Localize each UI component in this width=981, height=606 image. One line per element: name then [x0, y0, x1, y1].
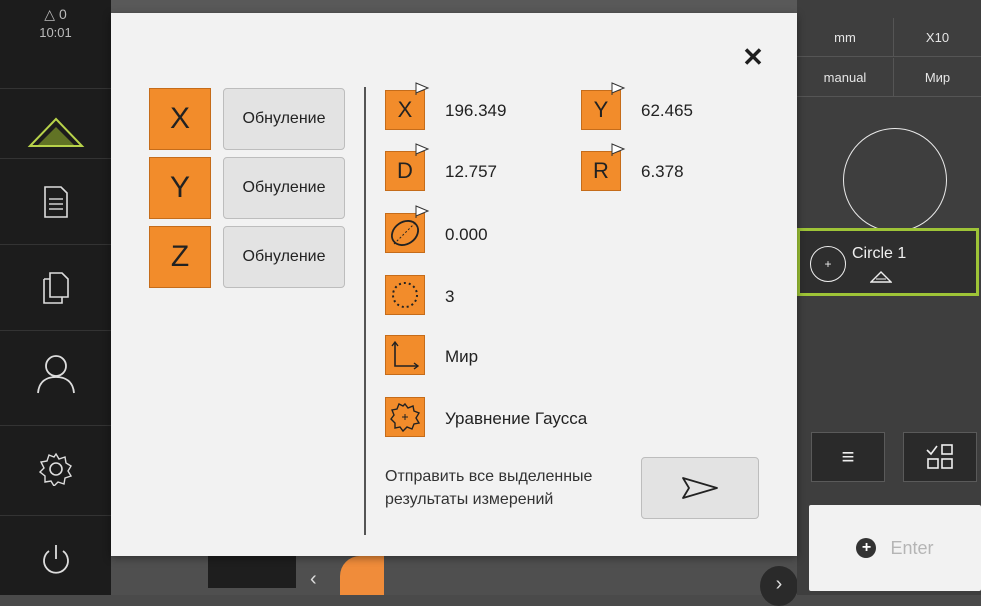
coord-system-result-icon: [385, 335, 425, 375]
send-icon: [682, 477, 718, 499]
results-dialog: ✕ X Обнуление Y Обнуление Z Обнуление X …: [111, 13, 797, 556]
flag-icon: [415, 143, 430, 156]
main-sidebar: △ 0 10:01: [0, 0, 111, 595]
roundness-result-icon[interactable]: [385, 205, 430, 253]
enter-button[interactable]: + Enter: [809, 505, 981, 591]
radius-result-icon[interactable]: R: [581, 143, 626, 191]
sidebar-item-protocol[interactable]: [0, 158, 111, 245]
inspector-panel: mm X10 manual Мир + Circle 1 ≡ + Enter: [789, 0, 981, 595]
roundness-icon: [391, 220, 419, 246]
clock: 10:01: [39, 25, 72, 40]
zero-y-button[interactable]: Обнуление: [223, 157, 345, 219]
protocol-icon: [43, 186, 68, 218]
diameter-result-value: 12.757: [445, 162, 497, 181]
message-indicator[interactable]: △ 0: [0, 6, 111, 23]
checklist-grid-icon: [926, 444, 953, 469]
sidebar-item-user[interactable]: [0, 330, 111, 417]
unit-selector[interactable]: mm: [797, 18, 894, 57]
coord-system-result-value: Мир: [445, 347, 479, 366]
send-results-button[interactable]: [641, 457, 759, 519]
send-results-label: Отправить все выделенные результаты изме…: [385, 468, 593, 508]
circle-preview: [843, 128, 947, 232]
points-result-value: 3: [445, 287, 455, 306]
settings-icon: [38, 452, 72, 486]
mode-selector[interactable]: manual: [797, 58, 894, 97]
roundness-result-value: 0.000: [445, 225, 488, 244]
warning-triangle-icon: △: [44, 6, 56, 22]
close-icon[interactable]: ✕: [739, 43, 767, 71]
radius-result-label: R: [593, 158, 609, 183]
zero-x-button[interactable]: Обнуление: [223, 88, 345, 150]
hamburger-icon: ≡: [841, 444, 855, 469]
coord-system-selector[interactable]: Мир: [894, 58, 981, 97]
sidebar-item-files[interactable]: [0, 244, 111, 331]
fit-method-result-icon: [385, 397, 425, 437]
divider: [364, 87, 366, 535]
axis-x-label: X: [149, 88, 211, 150]
x-result-value: 196.349: [445, 101, 507, 120]
flag-icon: [415, 205, 430, 218]
tab-handle[interactable]: [340, 556, 384, 595]
circle-feature-icon: +: [810, 246, 846, 282]
radius-result-value: 6.378: [641, 162, 684, 181]
user-icon: [36, 355, 75, 394]
coordinate-axes-icon: [391, 340, 420, 370]
y-result-value: 62.465: [641, 101, 693, 120]
message-count: 0: [58, 6, 67, 22]
file-management-icon: [42, 272, 69, 304]
zero-z-button[interactable]: Обнуление: [223, 226, 345, 288]
flag-icon: [611, 82, 626, 95]
enter-label: Enter: [890, 537, 934, 558]
power-icon: [42, 545, 69, 574]
point-circle-icon: [392, 282, 418, 308]
sidebar-item-settings[interactable]: [0, 425, 111, 512]
fit-method-result-value: Уравнение Гаусса: [445, 409, 588, 428]
feature-list-item[interactable]: + Circle 1: [797, 228, 979, 296]
measure-icon: [27, 117, 84, 147]
menu-button[interactable]: ≡: [811, 432, 885, 482]
select-features-button[interactable]: [903, 432, 977, 482]
axis-z-label: Z: [149, 226, 211, 288]
plus-circle-icon: +: [856, 538, 877, 558]
chevron-left-icon[interactable]: ‹: [310, 568, 317, 591]
diameter-result-icon[interactable]: D: [385, 143, 430, 191]
zoom-selector[interactable]: X10: [894, 18, 981, 57]
flag-icon: [415, 82, 430, 95]
feature-name: Circle 1: [852, 245, 907, 262]
live-image-preview[interactable]: [208, 556, 296, 588]
points-result-icon: [385, 275, 425, 315]
sidebar-item-power[interactable]: [0, 515, 111, 602]
flag-icon: [611, 143, 626, 156]
chevron-right-icon[interactable]: ›: [760, 566, 798, 606]
measure-small-icon: [869, 271, 893, 286]
y-result-icon[interactable]: Y: [581, 82, 626, 130]
x-result-icon[interactable]: X: [385, 82, 430, 130]
x-result-label: X: [397, 97, 413, 122]
status-area[interactable]: △ 0 10:01: [0, 0, 111, 80]
gauss-fit-icon: [390, 402, 421, 433]
diameter-result-label: D: [397, 158, 413, 183]
axis-y-label: Y: [149, 157, 211, 219]
y-result-label: Y: [593, 97, 609, 122]
